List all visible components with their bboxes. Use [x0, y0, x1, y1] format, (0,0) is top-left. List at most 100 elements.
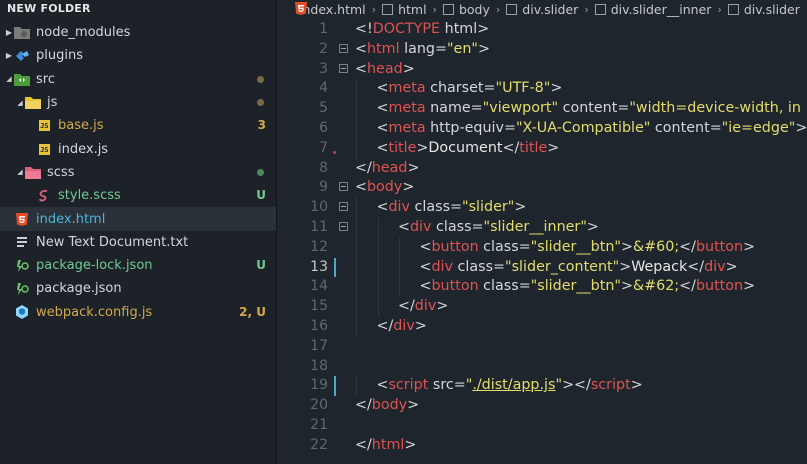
line-number: 1 — [319, 21, 328, 37]
code-line[interactable]: 21 — [277, 416, 807, 436]
code-token: = — [453, 377, 466, 394]
code-token: class — [453, 258, 494, 275]
code-token: > — [414, 318, 427, 334]
tree-folder[interactable]: ◢ js — [0, 91, 276, 114]
code-line[interactable]: 17 — [277, 337, 807, 357]
breadcrumb-item[interactable]: index.html — [299, 2, 366, 17]
code-line[interactable]: 12 <button class="slider__btn">&#60;</but… — [277, 237, 807, 258]
code-token: > — [630, 377, 643, 394]
code-text: <head> — [355, 60, 415, 80]
code-line[interactable]: 6 <meta http-equiv="X-UA-Compatible" cont… — [277, 119, 807, 139]
code-line[interactable]: 8 </head> — [277, 159, 807, 179]
tree-folder[interactable]: ▶ node_modules — [0, 21, 276, 44]
code-token: "slider__btn" — [530, 238, 622, 255]
code-line[interactable]: 2 <html lang="en"> — [277, 40, 807, 60]
code-token: > — [407, 159, 420, 176]
tree-file[interactable]: index.html — [0, 207, 276, 231]
code-line[interactable]: 7 <title>Document</title> — [277, 138, 807, 159]
chevron-right-icon[interactable]: ▶ — [4, 51, 14, 60]
code-text: <title>Document</title> — [377, 139, 560, 159]
breadcrumb-label: html — [398, 1, 427, 17]
tree-file[interactable]: JS base.js 3 — [0, 114, 276, 137]
code-line[interactable]: 15 </div> — [277, 297, 807, 317]
tree-folder[interactable]: ◢ scss — [0, 161, 276, 184]
tree-file[interactable]: style.scss U — [0, 184, 276, 207]
code-text: <meta charset="UTF-8"> — [377, 79, 563, 99]
element-icon — [382, 3, 394, 15]
fold-toggle-icon[interactable] — [339, 222, 348, 231]
tree-folder[interactable]: ▶ plugins — [0, 44, 276, 67]
scss-folder-icon — [25, 164, 41, 180]
breadcrumb-item[interactable]: › div.slider — [490, 2, 578, 17]
code-token: </ — [679, 278, 696, 295]
code-token: html — [366, 40, 400, 57]
breadcrumb-item[interactable]: › div.slider — [711, 2, 799, 17]
code-token: > — [743, 238, 756, 255]
code-text: <button class="slider__btn">&#60;</butto… — [420, 238, 756, 258]
code-token: = — [493, 258, 506, 275]
tree-file[interactable]: package-lock.json U — [0, 254, 276, 277]
code-line[interactable]: 19 <script src="./dist/app.js"></script> — [277, 376, 807, 397]
code-line[interactable]: 11 <div class="slider__inner"> — [277, 218, 807, 238]
code-token: > — [547, 139, 560, 156]
code-line[interactable]: 10 <div class="slider"> — [277, 198, 807, 218]
fold-toggle-icon[interactable] — [339, 63, 348, 73]
breadcrumb-item[interactable]: › html — [366, 2, 427, 17]
code-text: <html lang="en"> — [355, 40, 490, 60]
chevron-right-icon[interactable]: ▶ — [4, 28, 14, 37]
code-token: = — [709, 120, 722, 136]
code-token: = — [483, 80, 496, 97]
explorer-folder-title[interactable]: NEW FOLDER — [0, 0, 276, 20]
code-line[interactable]: 22 </html> — [277, 436, 807, 456]
fold-toggle-icon[interactable] — [339, 43, 348, 53]
code-line[interactable]: 14 <button class="slider__btn">&#62;</but… — [277, 277, 807, 298]
tree-file[interactable]: package.json — [0, 277, 276, 300]
indent-guide — [356, 376, 357, 397]
breadcrumb-label: div.slider__inner — [610, 1, 712, 17]
code-line[interactable]: 18 — [277, 357, 807, 377]
js-folder-icon — [25, 95, 41, 111]
git-status-badge: U — [256, 257, 266, 272]
tree-file[interactable]: JS index.js — [0, 137, 276, 160]
code-line[interactable]: 4 <meta charset="UTF-8"> — [277, 79, 807, 100]
code-token: class — [478, 278, 519, 295]
code-line[interactable]: 5 <meta name="viewport" content="width=de… — [277, 99, 807, 119]
code-line[interactable]: 3 <head> — [277, 60, 807, 80]
fold-toggle-icon[interactable] — [339, 202, 348, 212]
code-token: "slider__inner" — [483, 219, 587, 235]
code-line[interactable]: 9 <body> — [277, 178, 807, 198]
code-line[interactable]: 16 </div> — [277, 317, 807, 337]
chevron-down-icon[interactable]: ◢ — [15, 168, 25, 176]
code-token: name — [425, 100, 471, 117]
indent-guide — [356, 138, 357, 159]
line-number: 5 — [319, 100, 328, 117]
indent-guide — [356, 218, 357, 238]
code-line[interactable]: 13 <div class="slider_content">Wepack</di… — [277, 257, 807, 278]
indent-guide — [377, 277, 379, 298]
code-line[interactable]: 20 </body> — [277, 396, 807, 416]
tree-folder[interactable]: ◢ src — [0, 68, 276, 91]
code-token: < — [376, 80, 389, 97]
code-token: < — [355, 179, 367, 196]
code-token: > — [407, 397, 420, 414]
code-line[interactable]: 1 <!DOCTYPE html> — [277, 20, 807, 40]
code-token: html — [371, 436, 405, 453]
code-token: > — [586, 219, 599, 235]
code-token: ./dist/app.js — [472, 377, 556, 394]
code-token: class — [478, 238, 519, 255]
element-icon — [727, 3, 739, 15]
tree-file[interactable]: webpack.config.js 2, U — [0, 301, 276, 324]
tree-file[interactable]: New Text Document.txt — [0, 231, 276, 254]
code-token: > — [416, 139, 429, 156]
breadcrumb-item[interactable]: › body — [427, 2, 490, 17]
fold-toggle-icon[interactable] — [339, 182, 348, 192]
explorer-sidebar: NEW FOLDER ▶ node_modules ▶ plugins ◢ src ◢ js J… — [0, 0, 277, 464]
code-token: < — [419, 238, 432, 255]
code-editor[interactable]: 1 <!DOCTYPE html> 2 <html lang="en"> 3 <head>… — [277, 18, 807, 464]
html5-file-icon — [295, 2, 307, 15]
breadcrumb-item[interactable]: › div.slider__inner — [578, 2, 711, 17]
code-token: button — [695, 278, 744, 295]
chevron-down-icon[interactable]: ◢ — [15, 99, 25, 107]
chevron-down-icon[interactable]: ◢ — [4, 75, 14, 83]
indent-guide — [356, 79, 357, 100]
